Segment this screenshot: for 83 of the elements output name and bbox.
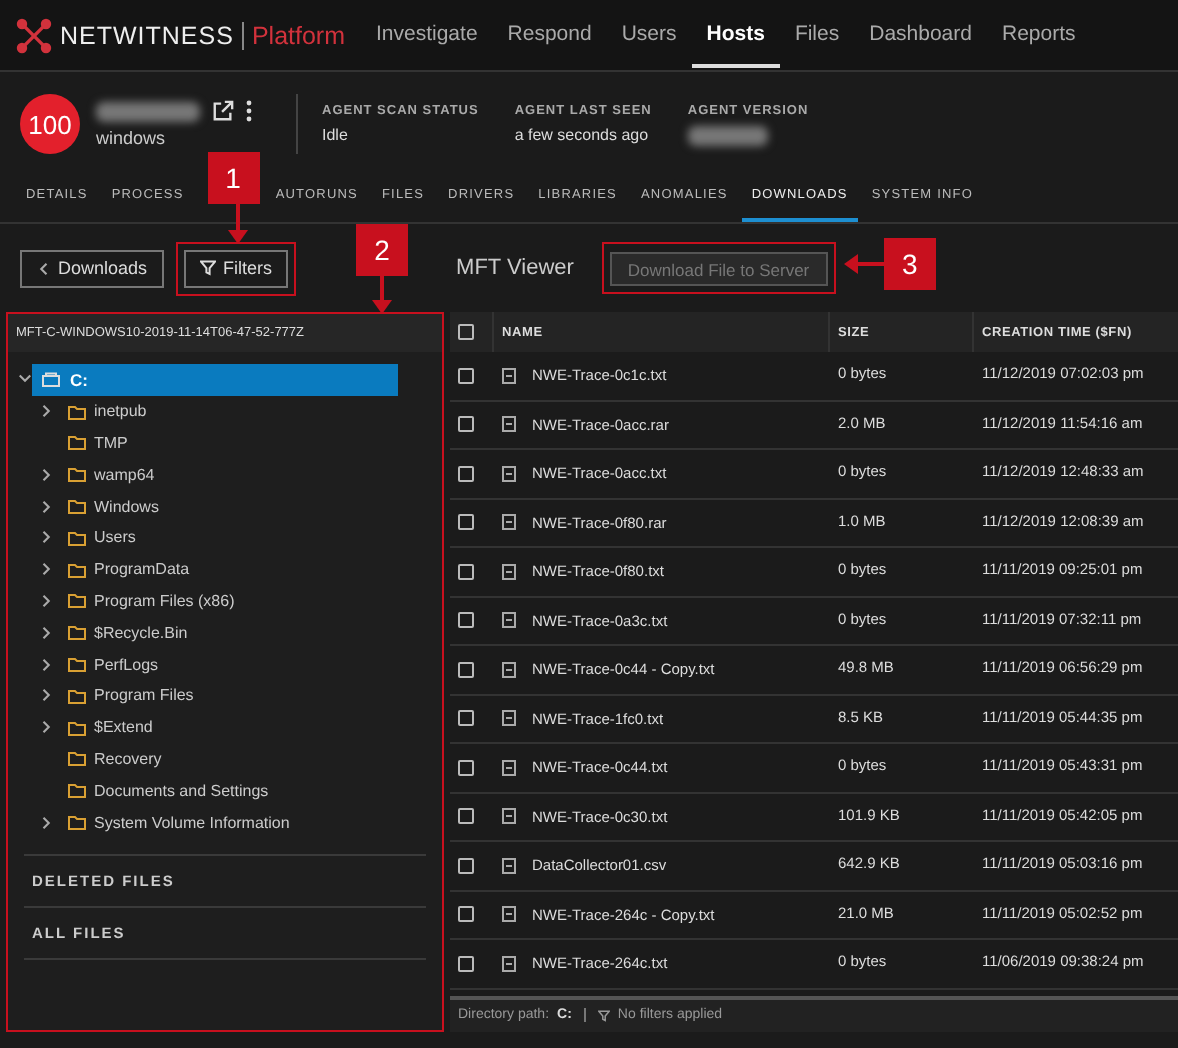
nav-item[interactable]: Respond bbox=[492, 2, 607, 68]
tree-item[interactable]: Recovery bbox=[94, 749, 162, 768]
chevron-icon[interactable] bbox=[40, 530, 54, 545]
row-checkbox[interactable] bbox=[458, 955, 474, 972]
file-icon bbox=[502, 416, 516, 433]
nav-item[interactable]: Reports bbox=[986, 2, 1091, 68]
row-checkbox[interactable] bbox=[458, 710, 474, 727]
tree-item[interactable]: $Extend bbox=[94, 718, 153, 737]
filters-button[interactable]: Filters bbox=[183, 249, 289, 287]
chevron-icon[interactable] bbox=[40, 720, 54, 735]
file-icon bbox=[502, 514, 516, 531]
row-checkbox[interactable] bbox=[458, 563, 474, 580]
file-icon bbox=[502, 563, 516, 580]
nav-item[interactable]: Investigate bbox=[361, 2, 493, 68]
host-os: windows bbox=[96, 128, 168, 148]
callout-number: 2 bbox=[356, 224, 408, 276]
more-icon[interactable] bbox=[246, 100, 252, 122]
tree-item[interactable]: ProgramData bbox=[94, 560, 190, 579]
tree-item[interactable]: Windows bbox=[94, 497, 159, 516]
logo-icon bbox=[16, 17, 52, 53]
tree-item[interactable]: inetpub bbox=[94, 402, 147, 421]
row-checkbox[interactable] bbox=[458, 808, 474, 825]
drive-icon bbox=[42, 371, 60, 388]
chevron-icon[interactable] bbox=[40, 499, 54, 514]
chevron-icon[interactable] bbox=[40, 562, 54, 577]
tree-item[interactable]: Program Files bbox=[94, 686, 194, 705]
nav-item[interactable]: Files bbox=[779, 2, 855, 68]
field-value: Idle bbox=[322, 126, 350, 144]
risk-score: 100 bbox=[20, 94, 80, 154]
row-checkbox[interactable] bbox=[458, 465, 474, 482]
file-icon bbox=[502, 906, 516, 923]
file-icon bbox=[502, 367, 516, 384]
tree-item[interactable]: wamp64 bbox=[94, 465, 155, 484]
tree-item[interactable]: $Recycle.Bin bbox=[94, 623, 188, 642]
back-button[interactable]: Downloads bbox=[20, 249, 164, 287]
callout-number: 1 bbox=[207, 151, 260, 203]
back-icon bbox=[36, 261, 50, 275]
callout-number: 3 bbox=[883, 237, 936, 290]
file-icon bbox=[502, 808, 516, 825]
product-name: Platform bbox=[241, 21, 345, 49]
row-checkbox[interactable] bbox=[458, 416, 474, 433]
row-checkbox[interactable] bbox=[458, 661, 474, 678]
row-checkbox[interactable] bbox=[458, 906, 474, 923]
viewer-title: MFT Viewer bbox=[456, 256, 574, 280]
chevron-icon[interactable] bbox=[40, 657, 54, 672]
file-icon bbox=[502, 465, 516, 482]
tree-item[interactable]: Program Files (x86) bbox=[94, 591, 235, 610]
filter-icon bbox=[597, 1009, 610, 1022]
filter-icon bbox=[199, 260, 216, 276]
external-link-icon[interactable] bbox=[212, 100, 234, 122]
tree-item[interactable]: C: bbox=[32, 363, 398, 396]
nav-item[interactable]: Users bbox=[606, 2, 692, 68]
tree-item[interactable]: Documents and Settings bbox=[94, 781, 269, 800]
redacted-host-name bbox=[96, 101, 200, 121]
row-checkbox[interactable] bbox=[458, 612, 474, 629]
tree-item[interactable]: Users bbox=[94, 528, 136, 547]
chevron-icon[interactable] bbox=[40, 593, 54, 608]
select-all-checkbox[interactable] bbox=[458, 324, 474, 340]
callout-arrow bbox=[843, 253, 884, 274]
file-icon bbox=[502, 857, 516, 874]
tree-item[interactable]: TMP bbox=[94, 433, 128, 452]
chevron-icon[interactable] bbox=[40, 688, 54, 703]
chevron-icon[interactable] bbox=[40, 625, 54, 640]
nav-item[interactable]: Dashboard bbox=[854, 2, 987, 68]
row-checkbox[interactable] bbox=[458, 367, 474, 384]
chevron-icon[interactable] bbox=[40, 815, 54, 830]
file-icon bbox=[502, 759, 516, 776]
row-checkbox[interactable] bbox=[458, 857, 474, 874]
chevron-icon[interactable] bbox=[40, 467, 54, 482]
tree-item[interactable]: PerfLogs bbox=[94, 655, 159, 674]
redacted-value bbox=[687, 125, 768, 145]
file-icon bbox=[502, 612, 516, 629]
chevron-icon[interactable] bbox=[40, 404, 54, 419]
file-icon bbox=[502, 661, 516, 678]
row-checkbox[interactable] bbox=[458, 759, 474, 776]
brand-name: NETWITNESS bbox=[60, 21, 234, 49]
file-icon bbox=[502, 955, 516, 972]
row-checkbox[interactable] bbox=[458, 514, 474, 531]
tree-item[interactable]: System Volume Information bbox=[94, 813, 290, 832]
file-icon bbox=[502, 710, 516, 727]
nav-item[interactable]: Hosts bbox=[691, 2, 780, 68]
chevron-icon[interactable] bbox=[18, 372, 32, 387]
field-value: a few seconds ago bbox=[514, 126, 651, 144]
